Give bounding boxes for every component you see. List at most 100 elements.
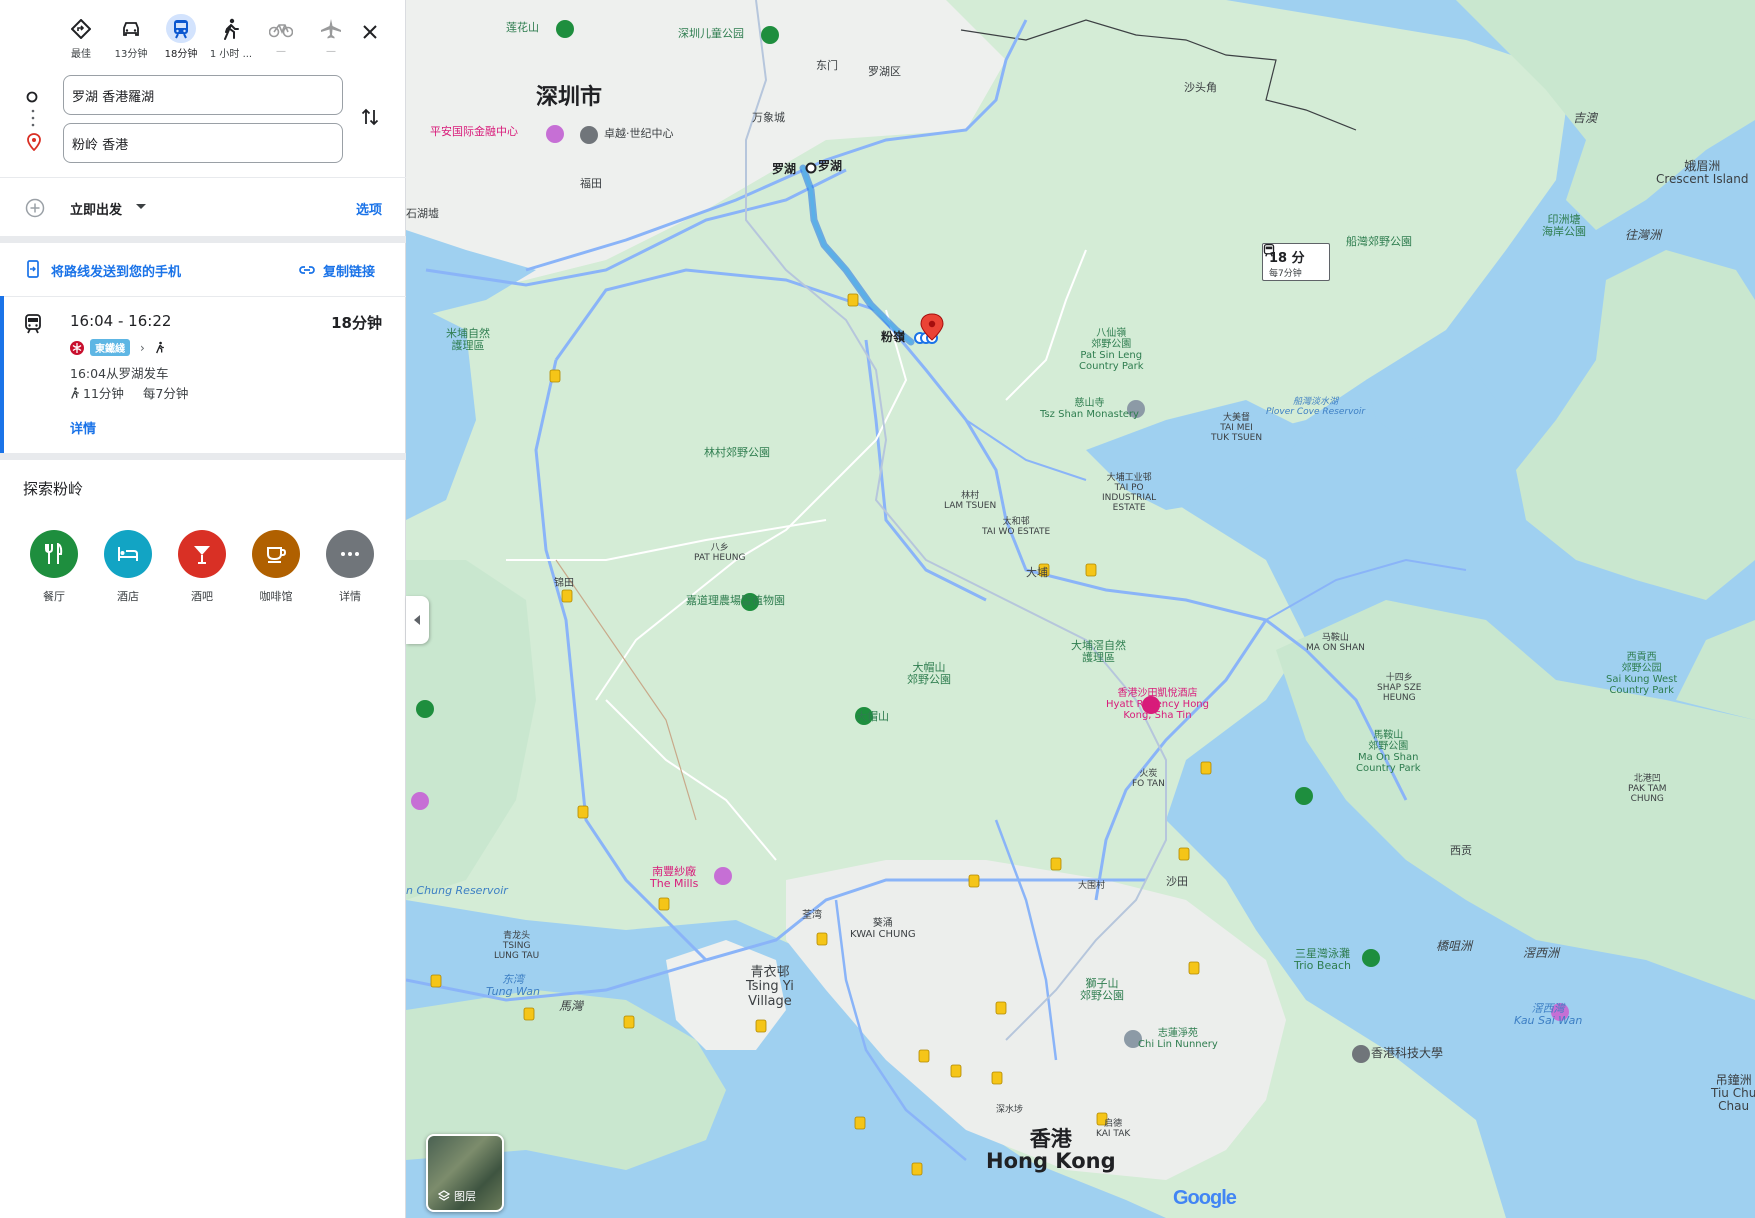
route-duration: 18分钟	[331, 314, 382, 332]
map-label: 南豐紗廠 The Mills	[650, 865, 699, 891]
map-label: 橋咀洲	[1436, 939, 1473, 953]
mtr-logo-icon	[70, 340, 84, 355]
park-icon[interactable]	[761, 26, 779, 44]
map-label: 吉澳	[1573, 111, 1598, 125]
route-callout-frequency: 每7分钟	[1269, 269, 1302, 279]
map-label: 大埔滘自然 護理區	[1071, 639, 1126, 665]
map-label: 荃湾	[802, 910, 822, 921]
map-label: 万象城	[752, 111, 785, 124]
copy-link-button[interactable]: 复制链接	[323, 261, 375, 280]
divider	[0, 453, 406, 460]
mode-driving[interactable]: 13分钟	[106, 14, 156, 60]
map-label: 馬鞍山 郊野公園 Ma On Shan Country Park	[1356, 730, 1421, 774]
restaurant-icon	[30, 530, 78, 578]
map-label: 北港凹 PAK TAM CHUNG	[1628, 774, 1667, 804]
category-bars[interactable]: 酒吧	[178, 530, 226, 604]
park-icon[interactable]	[556, 20, 574, 38]
map-label: 大埔	[1026, 566, 1048, 579]
category-restaurants[interactable]: 餐厅	[30, 530, 78, 604]
diamond-directions-icon	[66, 14, 96, 43]
layers-label: 图层	[454, 1190, 476, 1203]
beach-icon[interactable]	[1362, 949, 1380, 967]
layers-icon	[438, 1190, 450, 1201]
map-label: 莲花山	[506, 21, 539, 34]
route-transit-callout[interactable]: 18 分 每7分钟	[1262, 243, 1330, 281]
explore-categories: 餐厅 酒店 酒吧 咖啡馆 详情	[30, 530, 374, 604]
map-label: 东门	[816, 59, 838, 72]
route-steps: 東鐵綫 ›	[70, 339, 165, 356]
add-destination-icon[interactable]	[25, 198, 45, 222]
route-details-link[interactable]: 详情	[70, 418, 96, 437]
attraction-icon[interactable]	[714, 867, 732, 885]
chevron-right-icon: ›	[140, 340, 145, 355]
map-label: 大埔工业邨 TAI PO INDUSTRIAL ESTATE	[1102, 473, 1157, 513]
divider	[0, 177, 406, 178]
send-to-phone-icon	[26, 260, 40, 282]
swap-icon	[361, 108, 379, 126]
category-more[interactable]: 详情	[326, 530, 374, 604]
map-label: 火炭 FO TAN	[1132, 769, 1165, 789]
explore-title: 探索粉岭	[23, 480, 84, 498]
map-label: 西貢西 郊野公园 Sai Kung West Country Park	[1606, 652, 1678, 696]
map-label: 沙头角	[1184, 81, 1217, 94]
park-icon[interactable]	[416, 700, 434, 718]
destination-pin-icon	[27, 133, 41, 155]
attraction-icon[interactable]	[546, 125, 564, 143]
map-label: 东湾 Tung Wan	[486, 973, 541, 999]
route-times: 16:04 - 16:22	[70, 312, 172, 330]
mode-flight[interactable]: —	[306, 14, 356, 60]
building-icon[interactable]	[580, 126, 598, 144]
cafe-icon	[252, 530, 300, 578]
mode-best[interactable]: 最佳	[56, 14, 106, 60]
travel-mode-tabs: 最佳 13分钟 18分钟 1 小时 ... — —	[56, 14, 356, 60]
divider	[0, 236, 406, 243]
map-label: 獅子山 郊野公園	[1080, 977, 1124, 1003]
category-label: 酒吧	[191, 590, 213, 603]
map-label: 林村 LAM TSUEN	[944, 491, 997, 511]
map-base	[406, 0, 1755, 1218]
mode-transit[interactable]: 18分钟	[156, 14, 206, 60]
map-label: 卓越·世纪中心	[604, 127, 674, 140]
close-directions-button[interactable]	[356, 18, 384, 46]
selected-route-indicator	[0, 296, 4, 453]
university-icon[interactable]	[1352, 1045, 1370, 1063]
category-hotels[interactable]: 酒店	[104, 530, 152, 604]
map-label: 志蓮淨苑 Chi Lin Nunnery	[1138, 1028, 1218, 1050]
hiking-icon[interactable]	[1295, 787, 1313, 805]
map-label: 往灣洲	[1625, 228, 1662, 242]
mode-cycling-label: —	[276, 46, 286, 57]
collapse-panel-button[interactable]	[406, 596, 429, 644]
attraction-icon[interactable]	[411, 792, 429, 810]
route-callout-time: 18 分	[1263, 244, 1323, 266]
depart-now-dropdown[interactable]: 立即出发	[70, 199, 122, 218]
destination-input[interactable]: 粉岭 香港	[63, 123, 343, 163]
walk-icon	[155, 341, 164, 354]
send-to-phone-link[interactable]: 将路线发送到您的手机	[51, 261, 181, 280]
map-label: 香港沙田凱悅酒店 Hyatt Regency Hong Kong, Sha Ti…	[1106, 688, 1209, 721]
route-option-card[interactable]: 16:04 - 16:22 18分钟 東鐵綫 › 16:04从罗湖发车 11分钟…	[0, 296, 406, 453]
origin-input[interactable]: 罗湖 香港羅湖	[63, 75, 343, 115]
map-label: 娥眉洲 Crescent Island	[1656, 159, 1749, 187]
layers-button[interactable]: 图层	[426, 1134, 504, 1212]
map-label: 沙田	[1166, 875, 1188, 888]
map-label: 石湖墟	[406, 207, 439, 220]
options-link[interactable]: 选项	[356, 199, 382, 218]
map-label: 青龙头 TSING LUNG TAU	[494, 931, 540, 961]
mode-walking[interactable]: 1 小时 ...	[206, 14, 256, 60]
map-canvas[interactable]: 深圳市 罗湖 罗湖 粉嶺 莲花山 深圳儿童公园 东门 罗湖区 平安国际金融中心 …	[406, 0, 1755, 1218]
category-label: 咖啡馆	[259, 590, 293, 603]
category-label: 餐厅	[43, 590, 65, 603]
train-icon	[166, 14, 196, 43]
mode-walking-label: 1 小时 ...	[209, 49, 253, 60]
bar-icon	[178, 530, 226, 578]
google-logo: Google	[1173, 1187, 1237, 1210]
mode-cycling[interactable]: —	[256, 14, 306, 60]
swap-route-button[interactable]	[357, 104, 383, 130]
category-cafes[interactable]: 咖啡馆	[252, 530, 300, 604]
mode-driving-label: 13分钟	[114, 49, 148, 60]
map-label: 福田	[580, 177, 602, 190]
map-label-fanling: 粉嶺	[881, 330, 906, 344]
map-label: 西贡	[1450, 844, 1472, 857]
car-icon	[116, 14, 146, 43]
train-icon	[24, 314, 42, 338]
